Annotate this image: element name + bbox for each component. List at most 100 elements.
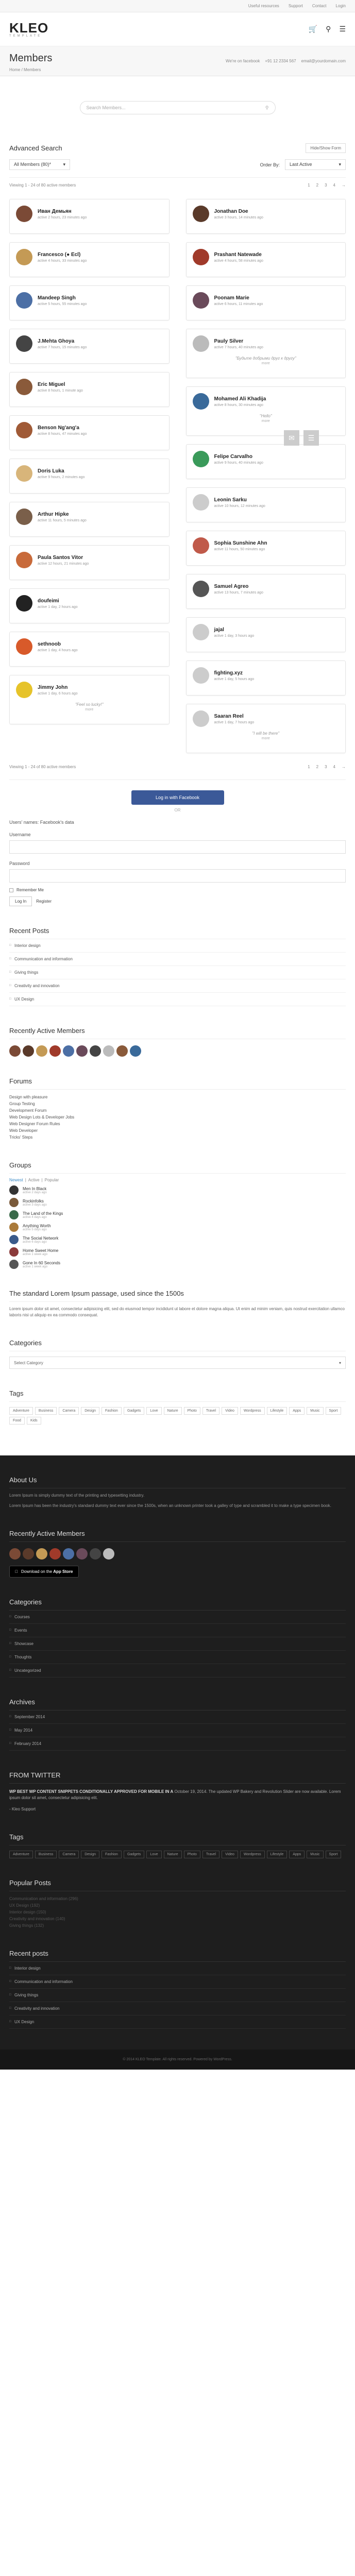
more-link[interactable]: more bbox=[193, 419, 340, 423]
list-item[interactable]: May 2014 bbox=[9, 1724, 346, 1737]
tag-link[interactable]: Photo bbox=[183, 1851, 200, 1858]
login-button[interactable]: Log In bbox=[9, 896, 32, 906]
tag-link[interactable]: Food bbox=[9, 1417, 25, 1425]
tag-link[interactable]: Gadgets bbox=[123, 1851, 145, 1858]
avatar[interactable] bbox=[192, 581, 209, 597]
member-name[interactable]: Arthur Hipke bbox=[38, 512, 87, 517]
member-name[interactable]: fighting.xyz bbox=[214, 670, 255, 676]
member-card[interactable]: fighting.xyz active 1 day, 5 hours ago bbox=[185, 660, 346, 696]
avatar[interactable] bbox=[130, 1045, 141, 1057]
member-name[interactable]: Pauly Silver bbox=[214, 338, 263, 344]
list-item[interactable]: Giving things (132) bbox=[9, 1922, 346, 1929]
avatar[interactable] bbox=[90, 1045, 101, 1057]
tag-link[interactable]: Travel bbox=[202, 1851, 220, 1858]
list-item[interactable]: Creativity and innovation bbox=[9, 2002, 346, 2015]
tag-link[interactable]: Nature bbox=[163, 1407, 182, 1415]
avatar[interactable] bbox=[16, 379, 32, 395]
list-item[interactable]: Communication and information bbox=[9, 953, 346, 966]
avatar[interactable] bbox=[192, 451, 209, 467]
toggle-form-button[interactable]: Hide/Show Form bbox=[306, 143, 346, 153]
cart-icon[interactable]: 🛒 bbox=[309, 25, 317, 33]
avatar[interactable] bbox=[16, 206, 32, 222]
avatar[interactable] bbox=[16, 335, 32, 352]
member-name[interactable]: Sophia Sunshine Ahn bbox=[214, 540, 267, 546]
member-card[interactable]: Pauly Silver active 7 hours, 40 minutes a… bbox=[185, 329, 346, 378]
remember-checkbox[interactable] bbox=[9, 888, 13, 892]
avatar[interactable] bbox=[192, 206, 209, 222]
avatar[interactable] bbox=[23, 1045, 34, 1057]
list-item[interactable]: September 2014 bbox=[9, 1710, 346, 1724]
avatar[interactable] bbox=[9, 1548, 21, 1560]
tag-link[interactable]: Sport bbox=[325, 1851, 342, 1858]
group-name[interactable]: The Social Network bbox=[23, 1236, 58, 1241]
list-item[interactable]: Courses bbox=[9, 1611, 346, 1624]
page-link[interactable]: 4 bbox=[333, 183, 335, 188]
member-name[interactable]: Samuel Agreo bbox=[214, 584, 263, 589]
tag-link[interactable]: Video bbox=[222, 1407, 238, 1415]
avatar[interactable] bbox=[36, 1045, 47, 1057]
member-card[interactable]: J.Mehta Ghoya active 7 hours, 15 minutes … bbox=[9, 329, 170, 364]
member-name[interactable]: Jonathan Doe bbox=[214, 209, 263, 214]
group-name[interactable]: The Land of the Kings bbox=[23, 1211, 63, 1216]
list-item[interactable]: UX Design bbox=[9, 993, 346, 1006]
tag-link[interactable]: Apps bbox=[289, 1851, 305, 1858]
tag-link[interactable]: Camera bbox=[59, 1407, 79, 1415]
tag-link[interactable]: Lifestyle bbox=[266, 1851, 288, 1858]
tag-link[interactable]: Kids bbox=[26, 1417, 41, 1425]
group-name[interactable]: Rockinfolks bbox=[23, 1199, 47, 1204]
avatar[interactable] bbox=[9, 1045, 21, 1057]
member-name[interactable]: Francesco (● Ecl) bbox=[38, 252, 87, 258]
list-item[interactable]: Interior design bbox=[9, 1962, 346, 1975]
tag-link[interactable]: Fashion bbox=[102, 1407, 122, 1415]
more-link[interactable]: more bbox=[193, 362, 340, 365]
avatar[interactable] bbox=[16, 552, 32, 568]
avatar[interactable] bbox=[16, 249, 32, 265]
avatar[interactable] bbox=[16, 465, 32, 482]
member-card[interactable]: Saaran Reel active 1 day, 7 hours ago "I w… bbox=[185, 704, 346, 753]
group-name[interactable]: Home Sweet Home bbox=[23, 1248, 58, 1253]
list-item[interactable]: Showcase bbox=[9, 1637, 346, 1651]
avatar[interactable] bbox=[192, 624, 209, 640]
member-name[interactable]: Poonam Marie bbox=[214, 295, 263, 301]
member-card[interactable]: Paula Santos Vitor active 12 hours, 21 mi… bbox=[9, 545, 170, 580]
list-item[interactable]: UX Design bbox=[9, 2015, 346, 2029]
list-item[interactable]: Creativity and innovation bbox=[9, 979, 346, 993]
avatar[interactable] bbox=[76, 1045, 88, 1057]
search-icon[interactable]: ⚲ bbox=[265, 105, 269, 111]
avatar[interactable] bbox=[192, 249, 209, 265]
member-card[interactable]: Francesco (● Ecl) active 4 hours, 33 minu… bbox=[9, 242, 170, 277]
list-item[interactable]: Thoughts bbox=[9, 1651, 346, 1664]
page-link[interactable]: 2 bbox=[316, 183, 318, 188]
member-card[interactable]: doufeimi active 1 day, 2 hours ago bbox=[9, 588, 170, 623]
avatar[interactable] bbox=[192, 710, 209, 727]
member-card[interactable]: Benson Ng'ang'a active 8 hours, 47 minute… bbox=[9, 415, 170, 450]
member-name[interactable]: Felipe Carvalho bbox=[214, 454, 263, 460]
member-name[interactable]: Doris Luka bbox=[38, 468, 84, 474]
avatar[interactable] bbox=[76, 1548, 88, 1560]
menu-icon[interactable]: ☰ bbox=[339, 25, 346, 33]
tab-active[interactable]: Active bbox=[28, 1178, 40, 1182]
list-item[interactable]: Giving things bbox=[9, 966, 346, 979]
avatar[interactable] bbox=[16, 292, 32, 309]
topbar-link-resources[interactable]: Useful resources bbox=[248, 4, 279, 8]
member-card[interactable]: Sophia Sunshine Ahn active 11 hours, 50 m… bbox=[185, 531, 346, 566]
group-item[interactable]: Anything Worth active 5 days ago bbox=[9, 1223, 346, 1232]
group-avatar[interactable] bbox=[9, 1198, 19, 1207]
avatar[interactable] bbox=[16, 509, 32, 525]
member-card[interactable]: Eric Miguel active 8 hours, 1 minute ago bbox=[9, 372, 170, 407]
member-name[interactable]: Prashant Natewade bbox=[214, 252, 263, 258]
avatar[interactable] bbox=[49, 1045, 61, 1057]
tag-link[interactable]: Wordpress bbox=[240, 1407, 265, 1415]
avatar[interactable] bbox=[192, 667, 209, 684]
list-item[interactable]: Group Testing bbox=[9, 1100, 346, 1107]
member-name[interactable]: Benson Ng'ang'a bbox=[38, 425, 87, 431]
avatar[interactable] bbox=[103, 1548, 114, 1560]
tag-link[interactable]: Business bbox=[35, 1851, 57, 1858]
avatar[interactable] bbox=[16, 638, 32, 655]
avatar[interactable] bbox=[36, 1548, 47, 1560]
group-item[interactable]: The Social Network active 6 days ago bbox=[9, 1235, 346, 1244]
member-name[interactable]: sethnoob bbox=[38, 641, 78, 647]
tag-link[interactable]: Fashion bbox=[102, 1851, 122, 1858]
tag-link[interactable]: Apps bbox=[289, 1407, 305, 1415]
page-link[interactable]: 3 bbox=[325, 765, 327, 769]
